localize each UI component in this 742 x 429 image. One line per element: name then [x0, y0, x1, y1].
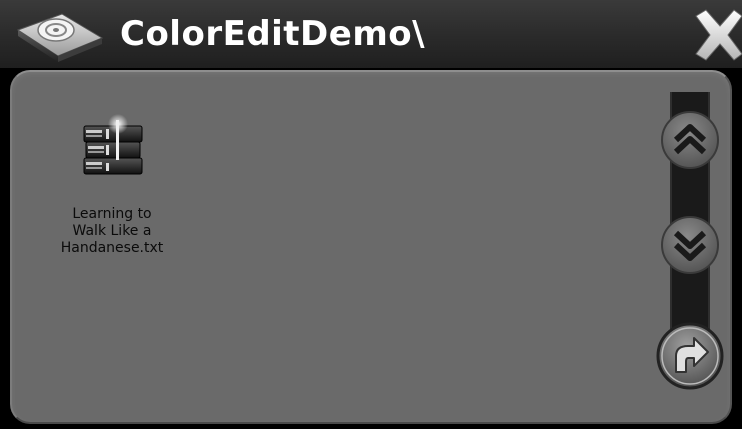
file-browser-panel: Learning to Walk Like a Handanese.txt [10, 70, 732, 424]
file-item[interactable]: Learning to Walk Like a Handanese.txt [42, 110, 182, 257]
double-chevron-up-icon [661, 111, 719, 169]
title-bar: ColorEditDemo\ [0, 0, 742, 68]
scroll-down-button[interactable] [660, 215, 720, 275]
close-icon[interactable] [690, 6, 742, 64]
scroll-up-button[interactable] [660, 110, 720, 170]
back-button[interactable] [656, 322, 724, 390]
return-arrow-icon [656, 322, 724, 390]
book-disc-app-icon [14, 8, 106, 64]
window-title: ColorEditDemo\ [120, 14, 426, 54]
app-window: ColorEditDemo\ Learning to Walk Like a H… [0, 0, 742, 429]
file-name-label: Learning to Walk Like a Handanese.txt [60, 206, 164, 256]
book-stack-icon [83, 114, 143, 175]
double-chevron-down-icon [661, 216, 719, 274]
